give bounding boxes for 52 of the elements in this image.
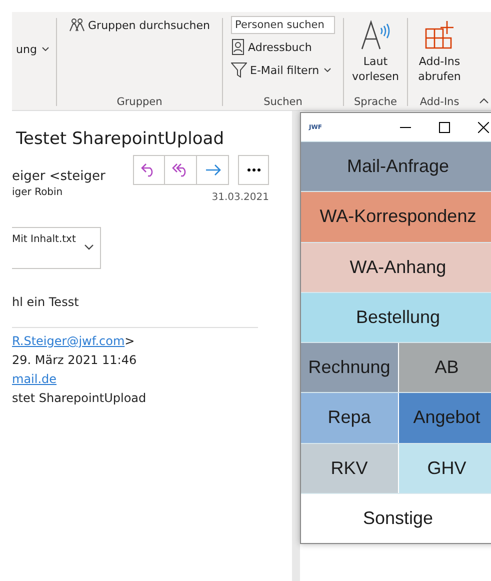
filter-email-button[interactable]: E-Mail filtern — [231, 60, 335, 80]
group-label: Sprache — [354, 96, 397, 108]
email-link[interactable]: mail.de — [12, 372, 57, 386]
search-groups-button[interactable]: Gruppen durchsuchen — [69, 16, 210, 34]
group-label: Suchen — [264, 96, 302, 108]
attachment-card[interactable]: Mit Inhalt.txt — [12, 227, 101, 269]
add-ins-icon — [424, 20, 454, 50]
chevron-down-icon — [324, 68, 332, 72]
category-button[interactable]: WA-Anhang — [301, 242, 491, 292]
more-button[interactable] — [238, 155, 269, 185]
address-book-icon — [231, 39, 245, 55]
category-button[interactable]: Rechnung — [301, 343, 398, 392]
maximize-icon[interactable] — [439, 122, 450, 132]
email-body: hl ein Tesst — [12, 295, 80, 309]
quoted-text: stet SharepointUpload — [12, 391, 146, 405]
chevron-down-icon — [42, 47, 50, 52]
reply-button[interactable] — [133, 155, 165, 185]
people-icon — [69, 18, 86, 32]
category-button[interactable]: Angebot — [398, 393, 491, 442]
search-field[interactable]: Personen suchen — [231, 16, 335, 34]
more-icon — [246, 168, 260, 172]
category-button[interactable]: Mail-Anfrage — [301, 142, 491, 192]
forward-icon — [204, 164, 220, 176]
address-book-button[interactable]: Adressbuch — [231, 37, 335, 57]
sender-name: eiger <steiger — [12, 169, 106, 184]
forward-button[interactable] — [197, 155, 229, 185]
email-link[interactable]: R.Steiger@jwf.com — [12, 334, 125, 348]
group-label: Add-Ins — [420, 96, 460, 108]
category-button[interactable]: WA-Korrespondenz — [301, 192, 491, 242]
recipient-name: iger Robin — [12, 187, 64, 198]
minimize-icon[interactable] — [400, 126, 411, 128]
category-button[interactable]: RKV — [301, 444, 398, 493]
group-label: Gruppen — [116, 96, 162, 108]
ribbon-button[interactable]: ung — [16, 42, 50, 56]
collapse-ribbon-icon[interactable] — [479, 98, 489, 104]
email-subject: Testet SharepointUpload — [16, 129, 225, 149]
category-button[interactable]: Sonstige — [301, 494, 491, 543]
quoted-text: 29. März 2021 11:46 — [12, 353, 137, 367]
attachment-name: Mit Inhalt.txt — [12, 234, 76, 245]
close-icon[interactable] — [478, 122, 489, 132]
chevron-down-icon — [84, 244, 94, 250]
read-aloud-icon — [360, 20, 392, 50]
email-date: 31.03.2021 — [212, 192, 269, 203]
category-button[interactable]: GHV — [398, 444, 491, 493]
filter-icon — [231, 62, 247, 78]
category-button[interactable]: AB — [398, 343, 491, 392]
quoted-text: > — [124, 334, 135, 348]
category-button[interactable]: Repa — [301, 393, 398, 442]
category-button[interactable]: Bestellung — [301, 292, 491, 342]
read-aloud-button[interactable]: Laut vorlesen — [348, 16, 403, 84]
reply-all-button[interactable] — [165, 155, 197, 185]
get-add-ins-button[interactable]: Add-Ins abrufen — [412, 16, 467, 84]
